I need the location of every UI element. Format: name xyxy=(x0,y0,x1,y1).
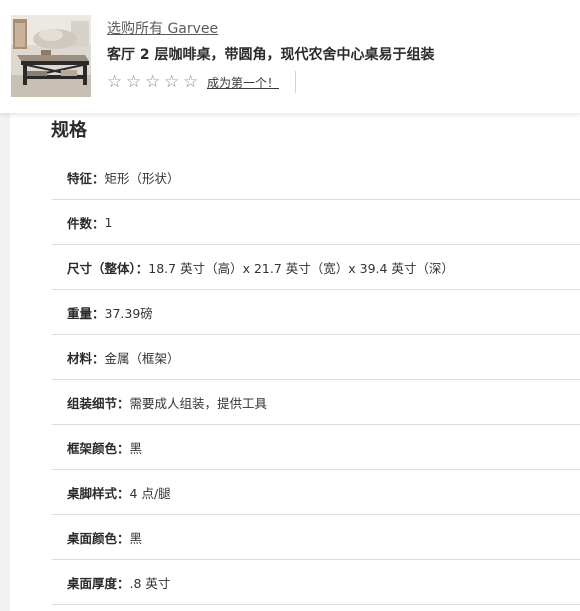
spec-label: 桌面厚度： xyxy=(67,575,130,591)
spec-row: 组装细节： 需要成人组装，提供工具 xyxy=(52,380,580,425)
spec-row: 材料： 金属（框架） xyxy=(52,335,580,380)
spec-label: 件数： xyxy=(67,215,105,231)
spec-label: 特征： xyxy=(67,170,105,186)
spec-value: 金属（框架） xyxy=(104,350,180,366)
spec-label: 桌面颜色： xyxy=(67,530,130,546)
spec-value: 黑 xyxy=(129,530,143,546)
spec-value: .8 英寸 xyxy=(129,575,171,591)
spec-row: 件数： 1 xyxy=(52,200,580,245)
star-icon[interactable]: ☆ xyxy=(145,72,164,92)
star-icon[interactable]: ☆ xyxy=(164,72,183,92)
star-icon[interactable]: ☆ xyxy=(183,72,202,92)
rating-row: ☆ ☆ ☆ ☆ ☆ 成为第一个！ xyxy=(107,71,297,93)
spec-label: 桌脚样式： xyxy=(67,485,130,501)
spec-value: 黑 xyxy=(129,440,143,456)
coffee-table-photo xyxy=(11,15,91,97)
specifications-panel: 规格 特征： 矩形（形状） 件数： 1 尺寸（整体）： 18.7 英寸（高）x … xyxy=(10,113,580,611)
star-rating[interactable]: ☆ ☆ ☆ ☆ ☆ xyxy=(107,72,202,92)
spec-value: 需要成人组装，提供工具 xyxy=(129,395,268,411)
product-title: 客厅 2 层咖啡桌，带圆角，现代农舍中心桌易于组装 xyxy=(107,47,435,63)
divider xyxy=(295,71,297,93)
spec-value: 18.7 英寸（高）x 21.7 英寸（宽）x 39.4 英寸（深） xyxy=(148,260,454,276)
star-icon[interactable]: ☆ xyxy=(107,72,126,92)
spec-label: 材料： xyxy=(67,350,105,366)
specs-heading: 规格 xyxy=(51,120,87,141)
spec-value: 1 xyxy=(104,214,113,230)
spec-label: 组装细节： xyxy=(67,395,130,411)
spec-label: 尺寸（整体）： xyxy=(67,260,149,276)
spec-label: 重量： xyxy=(67,305,105,321)
spec-label: 框架颜色： xyxy=(67,440,130,456)
spec-list: 特征： 矩形（形状） 件数： 1 尺寸（整体）： 18.7 英寸（高）x 21.… xyxy=(52,155,580,605)
spec-row: 桌面厚度： .8 英寸 xyxy=(52,560,580,605)
spec-row: 特征： 矩形（形状） xyxy=(52,155,580,200)
spec-row: 尺寸（整体）： 18.7 英寸（高）x 21.7 英寸（宽）x 39.4 英寸（… xyxy=(52,245,580,290)
star-icon[interactable]: ☆ xyxy=(126,72,145,92)
shop-brand-link[interactable]: 选购所有 Garvee xyxy=(107,18,218,38)
spec-value: 矩形（形状） xyxy=(104,170,180,186)
spec-row: 框架颜色： 黑 xyxy=(52,425,580,470)
be-first-review-link[interactable]: 成为第一个！ xyxy=(207,74,279,91)
spec-value: 37.39磅 xyxy=(104,305,153,321)
spec-row: 重量： 37.39磅 xyxy=(52,290,580,335)
spec-row: 桌脚样式： 4 点/腿 xyxy=(52,470,580,515)
product-thumbnail[interactable] xyxy=(11,15,91,97)
product-header: 选购所有 Garvee 客厅 2 层咖啡桌，带圆角，现代农舍中心桌易于组装 ☆ … xyxy=(0,0,580,113)
spec-value: 4 点/腿 xyxy=(129,485,171,501)
spec-row: 桌面颜色： 黑 xyxy=(52,515,580,560)
